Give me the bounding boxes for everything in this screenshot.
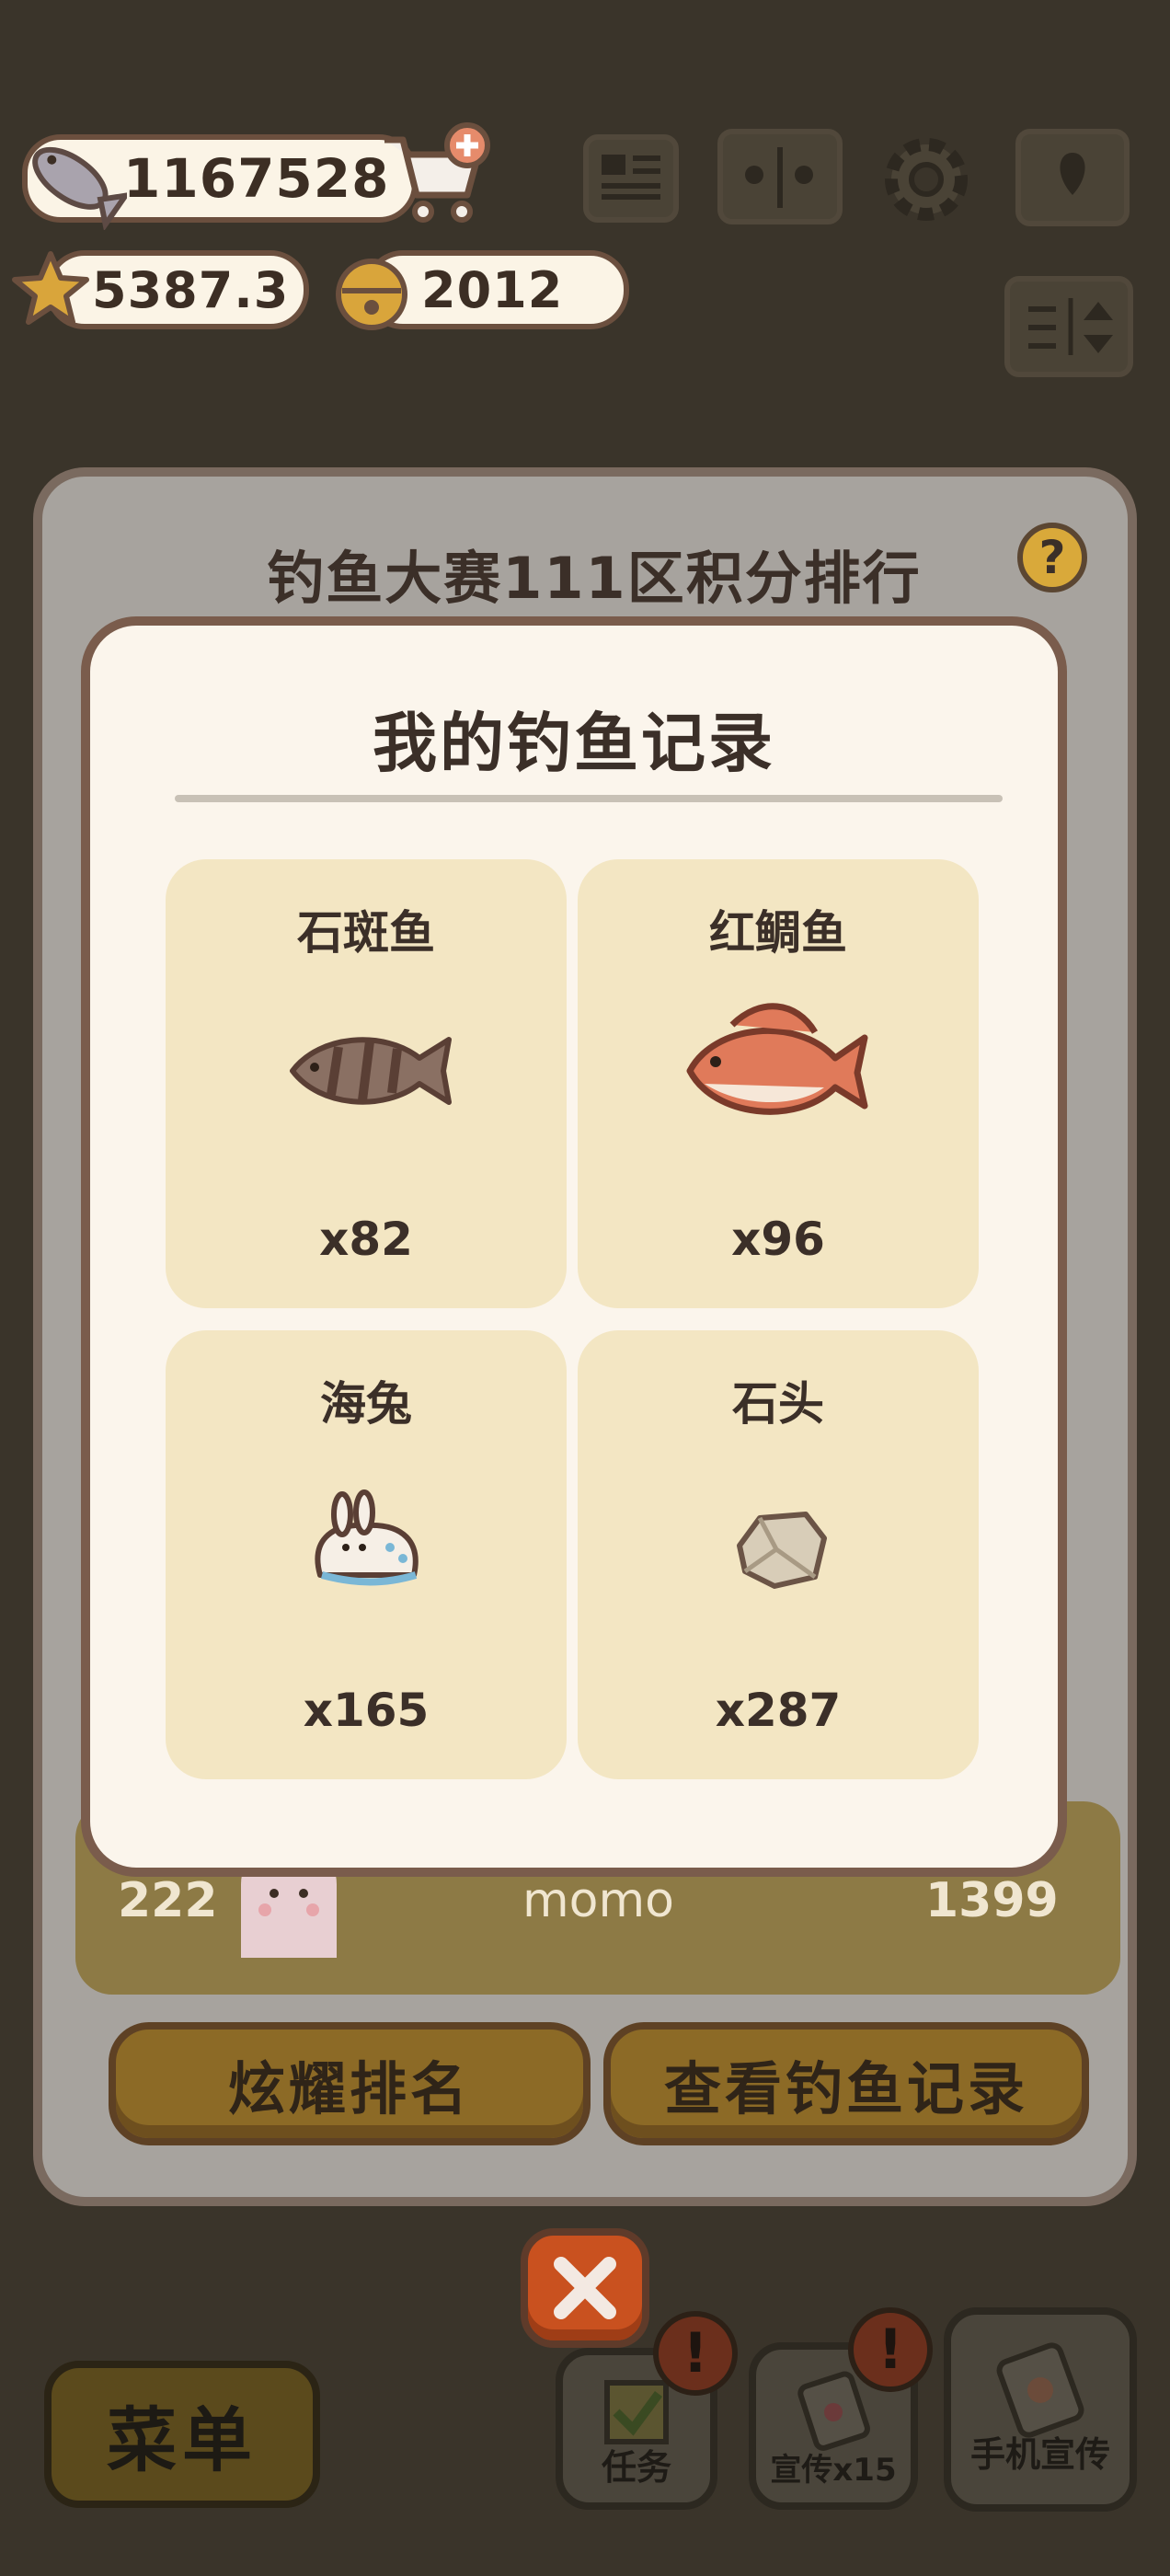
phone-promo-label: 手机宣传 (969, 2434, 1110, 2475)
help-icon: ? (1038, 531, 1066, 584)
map-icon[interactable] (1015, 129, 1130, 226)
panel-title: 钓鱼大赛111区积分排行 (267, 545, 922, 612)
view-records-button[interactable]: 查看钓鱼记录 (603, 2022, 1089, 2145)
record-card-name: 红鲷鱼 (709, 906, 847, 960)
close-icon (554, 2257, 616, 2319)
gear-icon[interactable] (876, 129, 977, 230)
tasks-alert-badge: ! (653, 2311, 738, 2396)
my-rank-score: 1399 (925, 1873, 1059, 1928)
sea-hare-icon (274, 1468, 458, 1616)
modal-title: 我的钓鱼记录 (373, 706, 775, 781)
newspaper-icon[interactable] (583, 134, 679, 223)
pawbook-icon[interactable] (717, 129, 843, 224)
bell-currency-value: 2012 (421, 260, 564, 319)
star-icon (11, 248, 90, 328)
stone-icon (686, 1468, 870, 1616)
share-rank-button[interactable]: 炫耀排名 (109, 2022, 591, 2145)
red-snapper-fish-icon (677, 988, 879, 1154)
sort-toggle-icon[interactable] (1004, 276, 1133, 377)
close-button[interactable] (521, 2228, 649, 2348)
phone-promo-button[interactable]: 手机宣传 (944, 2307, 1137, 2512)
fishing-record-modal: 我的钓鱼记录 石斑鱼 x82 红鲷鱼 x96 海兔 x165 石头 x287 (81, 616, 1067, 1877)
shop-cart-button[interactable] (375, 121, 495, 232)
record-card-sea-hare: 海兔 x165 (166, 1330, 567, 1779)
promo-alert-badge: ! (848, 2307, 933, 2392)
menu-button[interactable]: 菜单 (44, 2361, 320, 2508)
record-card-name: 石头 (732, 1377, 824, 1431)
modal-divider (175, 795, 1003, 802)
help-button[interactable]: ? (1017, 523, 1087, 592)
view-records-label: 查看钓鱼记录 (663, 2055, 1028, 2122)
record-card-name: 石斑鱼 (297, 906, 435, 960)
record-card-count: x165 (303, 1684, 430, 1737)
my-rank-number: 222 (118, 1873, 218, 1928)
fish-currency-value: 1167528 (123, 147, 390, 210)
fish-icon (17, 129, 132, 232)
alert-icon: ! (682, 2321, 708, 2386)
tasks-label: 任务 (601, 2447, 671, 2488)
record-card-red-snapper: 红鲷鱼 x96 (578, 859, 979, 1308)
record-card-count: x82 (319, 1213, 413, 1266)
alert-icon: ! (878, 2317, 903, 2382)
menu-label: 菜单 (107, 2399, 258, 2481)
record-card-count: x287 (715, 1684, 842, 1737)
promo-label: 宣传x15 (770, 2452, 897, 2489)
share-rank-label: 炫耀排名 (227, 2055, 471, 2122)
record-card-stone: 石头 x287 (578, 1330, 979, 1779)
record-card-name: 海兔 (320, 1377, 412, 1431)
record-card-grouper: 石斑鱼 x82 (166, 859, 567, 1308)
star-currency-value: 5387.3 (92, 260, 290, 319)
bell-icon (327, 247, 416, 335)
my-rank-name: momo (522, 1873, 674, 1928)
grouper-fish-icon (274, 997, 458, 1144)
record-card-count: x96 (731, 1213, 825, 1266)
